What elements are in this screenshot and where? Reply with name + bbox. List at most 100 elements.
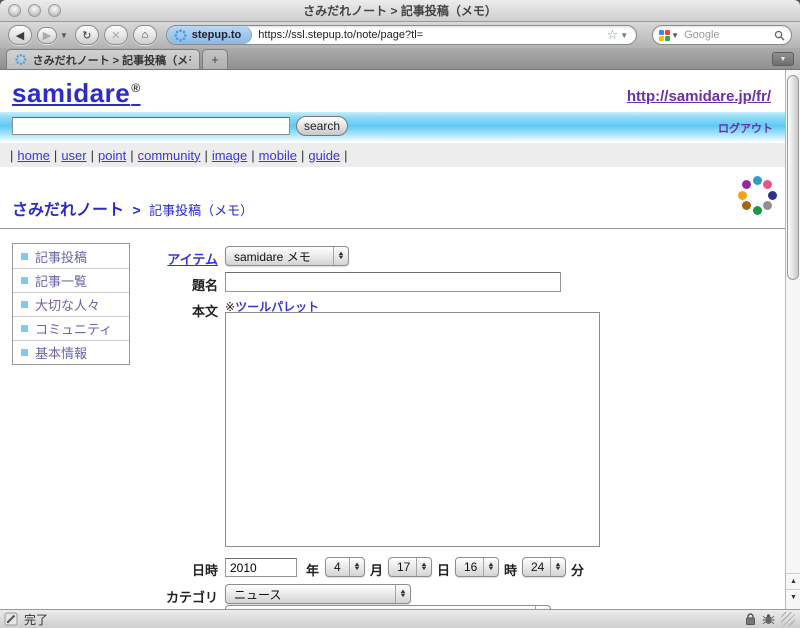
window-titlebar: さみだれノート > 記事投稿（メモ） — [0, 0, 800, 22]
logo-dot — [742, 201, 751, 210]
samidare-site-link[interactable]: http://samidare.jp/fr/ — [627, 88, 771, 105]
search-engine-dropdown-icon[interactable]: ▼ — [671, 31, 679, 40]
breadcrumb-parent-link[interactable]: さみだれノート — [12, 202, 124, 219]
nav-link-user[interactable]: user — [61, 148, 86, 163]
vertical-scrollbar[interactable]: ▲ ▼ — [785, 70, 800, 609]
nav-link-point[interactable]: point — [98, 148, 126, 163]
bookmark-star-icon[interactable]: ☆ — [607, 27, 619, 43]
category-select[interactable]: ニュース▲▼ — [225, 584, 411, 604]
url-input[interactable] — [252, 29, 606, 41]
samidare-logo-link[interactable]: samidare® — [12, 78, 141, 109]
body-label: 本文 — [130, 301, 218, 320]
tab-favicon-icon — [15, 53, 27, 66]
month-unit: 月 — [370, 560, 383, 579]
list-all-tabs-button[interactable]: ▼ — [772, 52, 794, 66]
bullet-icon — [21, 301, 28, 308]
url-dropdown-icon[interactable]: ▼ — [620, 31, 628, 40]
browser-toolbar: ◀ ▶ ▼ ↻ ✕ ⌂ stepup.to ☆ ▼ ▼ — [0, 22, 800, 48]
magnifier-icon[interactable] — [774, 30, 785, 41]
minute-select[interactable]: 24▲▼ — [522, 557, 566, 577]
location-bar: stepup.to ☆ ▼ — [166, 25, 637, 45]
tab-samidare-note[interactable]: さみだれノート > 記事投稿（メモ） — [6, 49, 200, 69]
item-select[interactable]: samidare メモ ▲▼ — [225, 246, 349, 266]
nav-separator: | — [54, 148, 57, 163]
scroll-up-arrow[interactable]: ▲ — [786, 573, 800, 589]
web-search-input[interactable] — [684, 29, 771, 41]
bug-icon[interactable] — [762, 613, 775, 626]
body-textarea[interactable] — [225, 312, 600, 547]
select-stepper-icon: ▲▼ — [395, 585, 410, 603]
scrollbar-thumb[interactable] — [787, 75, 799, 280]
sidebar-item-2[interactable]: 大切な人々 — [13, 292, 129, 316]
sidebar-item-label: 基本情報 — [35, 343, 87, 362]
nav-link-image[interactable]: image — [212, 148, 247, 163]
nav-separator: | — [251, 148, 254, 163]
logo-dot — [742, 180, 751, 189]
bullet-icon — [21, 277, 28, 284]
minimize-window-button[interactable] — [28, 4, 41, 17]
forward-button[interactable]: ▶ — [37, 27, 57, 44]
back-button[interactable]: ◀ — [8, 25, 32, 45]
google-engine-icon[interactable] — [659, 30, 670, 41]
scroll-down-arrow[interactable]: ▼ — [786, 589, 800, 605]
nav-link-mobile[interactable]: mobile — [259, 148, 297, 163]
hour-select[interactable]: 16▲▼ — [455, 557, 499, 577]
item-link[interactable]: アイテム — [167, 252, 218, 267]
lock-icon[interactable] — [745, 613, 756, 626]
site-identity-button[interactable]: stepup.to — [167, 26, 253, 44]
sidebar-item-0[interactable]: 記事投稿 — [13, 244, 129, 268]
breadcrumb: さみだれノート > 記事投稿（メモ） — [12, 196, 253, 220]
global-nav: |home|user|point|community|image|mobile|… — [0, 143, 785, 167]
select-stepper-icon: ▲▼ — [483, 558, 498, 576]
site-search-bar: search ログアウト — [0, 112, 785, 141]
select-stepper-icon: ▲▼ — [333, 247, 348, 265]
day-select[interactable]: 17▲▼ — [388, 557, 432, 577]
year-input[interactable] — [225, 558, 297, 577]
sidebar-item-3[interactable]: コミュニティ — [13, 316, 129, 340]
datetime-label: 日時 — [130, 560, 218, 579]
status-bar: 完了 — [0, 609, 800, 628]
title-input[interactable] — [225, 272, 561, 292]
resize-grip[interactable] — [781, 612, 795, 626]
tab-bar: さみだれノート > 記事投稿（メモ） + ▼ — [0, 48, 800, 70]
pencil-status-icon[interactable] — [4, 612, 18, 626]
sidebar-item-1[interactable]: 記事一覧 — [13, 268, 129, 292]
browser-window: さみだれノート > 記事投稿（メモ） ◀ ▶ ▼ ↻ ✕ ⌂ stepup.to… — [0, 0, 800, 628]
stop-button[interactable]: ✕ — [104, 25, 128, 45]
reload-button[interactable]: ↻ — [75, 25, 99, 45]
close-window-button[interactable] — [8, 4, 21, 17]
breadcrumb-current: 記事投稿（メモ） — [149, 203, 253, 218]
site-search-input[interactable] — [12, 117, 290, 135]
nav-link-guide[interactable]: guide — [308, 148, 340, 163]
category-label: カテゴリ — [130, 587, 218, 606]
sidebar-item-4[interactable]: 基本情報 — [13, 340, 129, 364]
day-unit: 日 — [437, 560, 450, 579]
nav-link-community[interactable]: community — [138, 148, 201, 163]
window-title: さみだれノート > 記事投稿（メモ） — [303, 2, 497, 19]
select-stepper-icon: ▲▼ — [550, 558, 565, 576]
header-divider — [0, 228, 785, 229]
title-label: 題名 — [130, 275, 218, 294]
year-unit: 年 — [306, 560, 319, 579]
samidare-dots-logo-icon — [735, 173, 779, 217]
nav-separator: | — [10, 148, 13, 163]
sidebar-item-label: コミュニティ — [35, 319, 112, 338]
home-button[interactable]: ⌂ — [133, 25, 157, 45]
logout-link[interactable]: ログアウト — [718, 120, 773, 136]
nav-link-home[interactable]: home — [17, 148, 50, 163]
nav-separator: | — [204, 148, 207, 163]
logo-dot — [753, 206, 762, 215]
registered-mark: ® — [131, 81, 140, 95]
new-tab-button[interactable]: + — [202, 49, 228, 69]
sidebar-menu: 記事投稿記事一覧大切な人々コミュニティ基本情報 — [12, 243, 130, 365]
item-label-link: アイテム — [130, 249, 218, 268]
window-controls — [8, 4, 61, 17]
zoom-window-button[interactable] — [48, 4, 61, 17]
month-select[interactable]: 4▲▼ — [325, 557, 365, 577]
select-stepper-icon: ▲▼ — [349, 558, 364, 576]
nav-separator: | — [344, 148, 347, 163]
site-search-button[interactable]: search — [296, 116, 348, 136]
web-search-bar: ▼ — [652, 25, 792, 45]
history-dropdown-icon[interactable]: ▼ — [60, 31, 68, 40]
status-text: 完了 — [24, 611, 48, 628]
